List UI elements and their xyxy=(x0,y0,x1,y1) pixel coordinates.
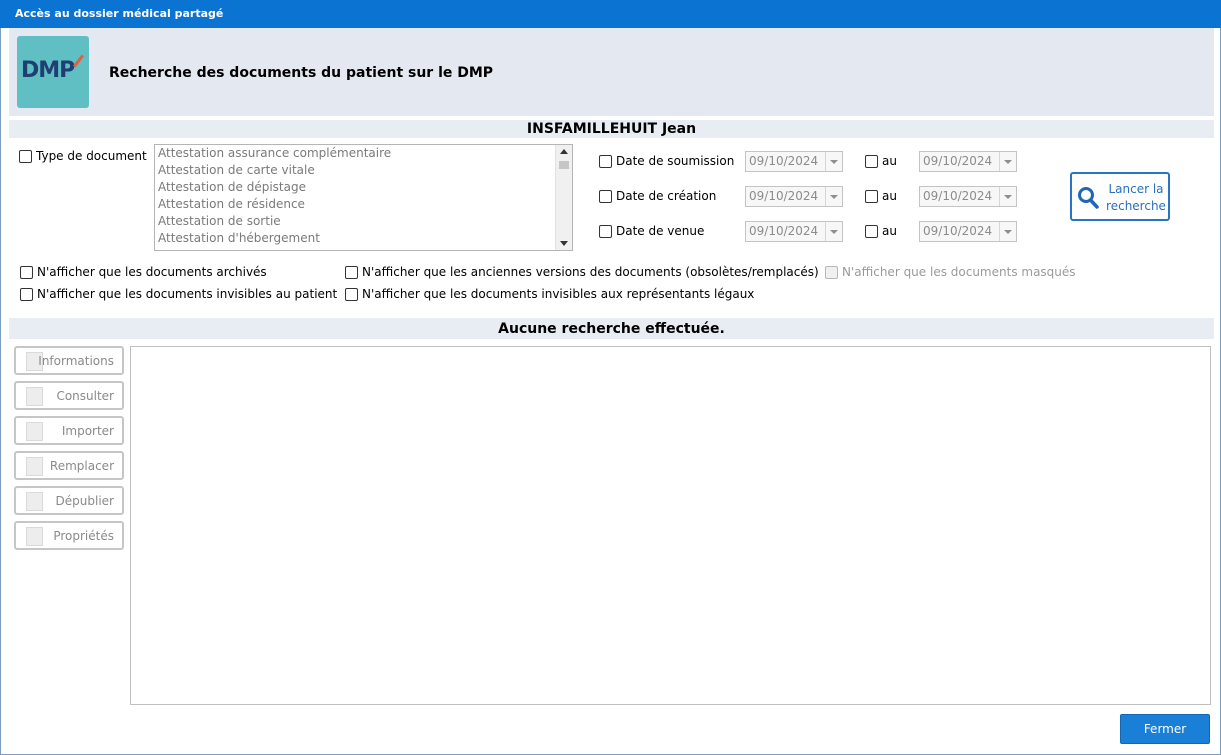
submission-date-to[interactable]: 09/10/2024 xyxy=(919,151,1017,172)
dmp-logo-text: DMP xyxy=(21,58,75,83)
list-item[interactable]: Attestation de dépistage xyxy=(155,179,572,196)
doc-type-label: Type de document xyxy=(36,149,147,163)
search-button-line2: recherche xyxy=(1106,199,1166,213)
consulter-button[interactable]: Consulter xyxy=(14,381,124,410)
chevron-down-icon[interactable] xyxy=(999,187,1016,206)
scroll-down-icon[interactable] xyxy=(560,241,568,246)
invisible-legal-label: N'afficher que les documents invisibles … xyxy=(362,287,755,301)
list-scrollbar[interactable] xyxy=(555,145,572,250)
old-versions-label: N'afficher que les anciennes versions de… xyxy=(362,265,819,279)
search-icon xyxy=(1078,187,1099,209)
import-icon xyxy=(26,422,43,441)
chevron-down-icon[interactable] xyxy=(825,222,842,241)
unpublish-icon xyxy=(26,492,43,511)
submission-date-checkbox-label[interactable]: Date de soumission xyxy=(599,154,734,168)
list-item[interactable]: Attestation de carte vitale xyxy=(155,162,572,179)
submission-date-to-value: 09/10/2024 xyxy=(923,154,993,168)
creation-date-from[interactable]: 09/10/2024 xyxy=(745,186,843,207)
informations-button[interactable]: Informations xyxy=(14,346,124,375)
visit-date-to-checkbox[interactable] xyxy=(865,224,878,238)
close-button[interactable]: Fermer xyxy=(1120,714,1210,744)
proprietes-button[interactable]: Propriétés xyxy=(14,521,124,550)
archived-label: N'afficher que les documents archivés xyxy=(37,265,267,279)
visit-date-to-label: au xyxy=(882,224,897,238)
old-versions-checkbox[interactable] xyxy=(345,265,358,279)
dmp-logo-accent xyxy=(73,54,84,68)
depublier-label: Dépublier xyxy=(55,494,114,508)
creation-date-from-value: 09/10/2024 xyxy=(749,189,819,203)
invisible-legal-option[interactable]: N'afficher que les documents invisibles … xyxy=(345,287,754,301)
invisible-patient-option[interactable]: N'afficher que les documents invisibles … xyxy=(20,287,337,301)
proprietes-label: Propriétés xyxy=(53,529,114,543)
importer-label: Importer xyxy=(61,424,114,438)
search-button[interactable]: Lancer la recherche xyxy=(1070,172,1170,221)
scroll-thumb[interactable] xyxy=(559,161,569,169)
creation-date-to-checkbox[interactable] xyxy=(865,189,878,203)
archived-checkbox[interactable] xyxy=(20,265,33,279)
dialog-window: DMP Recherche des documents du patient s… xyxy=(0,28,1221,755)
visit-date-checkbox[interactable] xyxy=(599,224,612,238)
submission-date-from-value: 09/10/2024 xyxy=(749,154,819,168)
importer-button[interactable]: Importer xyxy=(14,416,124,445)
dmp-logo: DMP xyxy=(17,36,89,108)
submission-date-label: Date de soumission xyxy=(616,154,735,168)
creation-date-label: Date de création xyxy=(616,189,717,203)
properties-icon xyxy=(26,527,43,546)
submission-date-to-label: au xyxy=(882,154,897,168)
invisible-patient-checkbox[interactable] xyxy=(20,287,33,301)
list-item[interactable]: Attestation de résidence xyxy=(155,196,572,213)
patient-name: INSFAMILLEHUIT Jean xyxy=(9,120,1214,138)
chevron-down-icon[interactable] xyxy=(999,152,1016,171)
chevron-down-icon[interactable] xyxy=(825,187,842,206)
visit-date-to-value: 09/10/2024 xyxy=(923,224,993,238)
doc-type-list[interactable]: Attestation assurance complémentaire Att… xyxy=(154,144,573,251)
submission-date-from[interactable]: 09/10/2024 xyxy=(745,151,843,172)
header-panel: DMP Recherche des documents du patient s… xyxy=(9,28,1214,116)
visit-date-to-checkbox-label[interactable]: au xyxy=(865,224,897,238)
visit-date-to[interactable]: 09/10/2024 xyxy=(919,221,1017,242)
doc-type-checkbox-label[interactable]: Type de document xyxy=(19,149,147,163)
search-button-label: Lancer la recherche xyxy=(1102,181,1170,215)
results-table[interactable] xyxy=(130,346,1211,705)
visit-date-label: Date de venue xyxy=(616,224,705,238)
masked-checkbox xyxy=(825,265,838,279)
consulter-label: Consulter xyxy=(56,389,114,403)
chevron-down-icon[interactable] xyxy=(825,152,842,171)
remplacer-button[interactable]: Remplacer xyxy=(14,451,124,480)
masked-option: N'afficher que les documents masqués xyxy=(825,265,1076,279)
creation-date-checkbox[interactable] xyxy=(599,189,612,203)
archived-option[interactable]: N'afficher que les documents archivés xyxy=(20,265,267,279)
visit-date-checkbox-label[interactable]: Date de venue xyxy=(599,224,704,238)
window-title: Accès au dossier médical partagé xyxy=(0,0,1221,28)
creation-date-to-checkbox-label[interactable]: au xyxy=(865,189,897,203)
search-button-line1: Lancer la xyxy=(1108,182,1164,196)
list-item[interactable]: Attestation assurance complémentaire xyxy=(155,145,572,162)
depublier-button[interactable]: Dépublier xyxy=(14,486,124,515)
replace-icon xyxy=(26,457,43,476)
list-item[interactable]: Attestation de sortie xyxy=(155,213,572,230)
creation-date-to[interactable]: 09/10/2024 xyxy=(919,186,1017,207)
list-item[interactable]: Attestation d'hébergement xyxy=(155,230,572,247)
results-status: Aucune recherche effectuée. xyxy=(9,318,1214,339)
creation-date-to-value: 09/10/2024 xyxy=(923,189,993,203)
chevron-down-icon[interactable] xyxy=(999,222,1016,241)
page-title: Recherche des documents du patient sur l… xyxy=(109,65,494,81)
submission-date-to-checkbox[interactable] xyxy=(865,154,878,168)
doc-type-checkbox[interactable] xyxy=(19,149,32,163)
submission-date-checkbox[interactable] xyxy=(599,154,612,168)
submission-date-to-checkbox-label[interactable]: au xyxy=(865,154,897,168)
creation-date-checkbox-label[interactable]: Date de création xyxy=(599,189,716,203)
old-versions-option[interactable]: N'afficher que les anciennes versions de… xyxy=(345,265,819,279)
visit-date-from-value: 09/10/2024 xyxy=(749,224,819,238)
visit-date-from[interactable]: 09/10/2024 xyxy=(745,221,843,242)
creation-date-to-label: au xyxy=(882,189,897,203)
masked-label: N'afficher que les documents masqués xyxy=(842,265,1076,279)
document-view-icon xyxy=(26,387,43,406)
invisible-legal-checkbox[interactable] xyxy=(345,287,358,301)
scroll-up-icon[interactable] xyxy=(560,149,568,154)
informations-label: Informations xyxy=(38,354,114,368)
invisible-patient-label: N'afficher que les documents invisibles … xyxy=(37,287,338,301)
remplacer-label: Remplacer xyxy=(49,459,114,473)
